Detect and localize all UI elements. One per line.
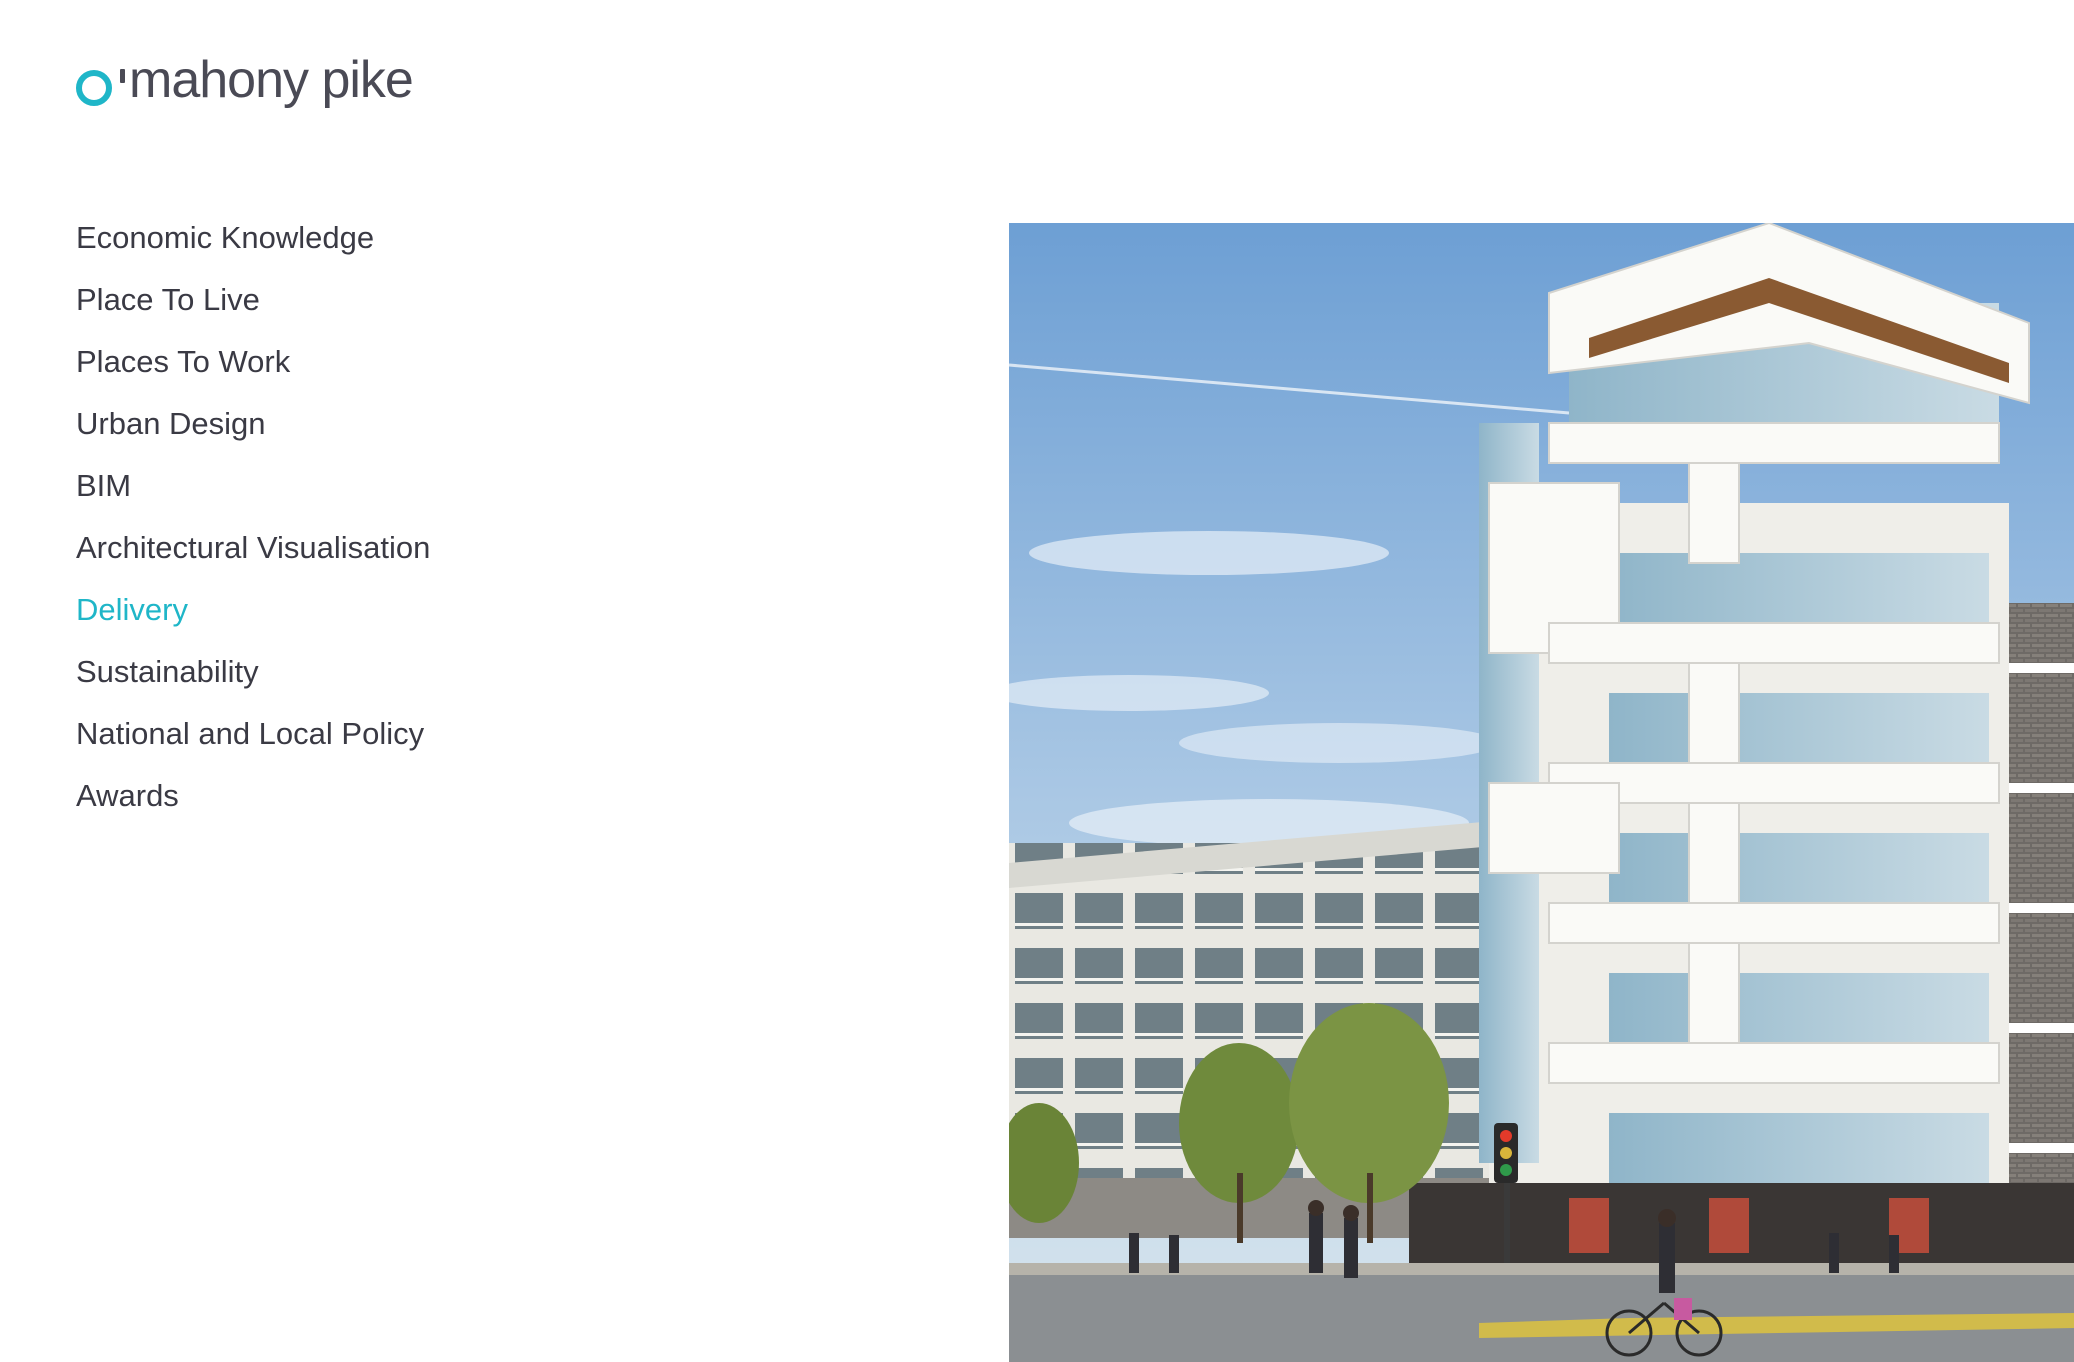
building-render-image xyxy=(1009,223,2074,1362)
logo[interactable]: mahony pike xyxy=(76,48,414,112)
menu-item-place-to-live[interactable]: Place To Live xyxy=(76,274,430,336)
logo-o-icon xyxy=(76,70,112,106)
logo-text: mahony pike xyxy=(129,51,414,109)
menu-item-bim[interactable]: BIM xyxy=(76,460,430,522)
menu-item-delivery[interactable]: Delivery xyxy=(76,584,430,646)
services-menu: Economic Knowledge Place To Live Places … xyxy=(76,212,430,832)
menu-item-sustainability[interactable]: Sustainability xyxy=(76,646,430,708)
menu-item-places-to-work[interactable]: Places To Work xyxy=(76,336,430,398)
logo-apostrophe-icon xyxy=(120,69,125,83)
menu-item-national-and-local-policy[interactable]: National and Local Policy xyxy=(76,708,430,770)
menu-item-economic-knowledge[interactable]: Economic Knowledge xyxy=(76,212,430,274)
menu-item-awards[interactable]: Awards xyxy=(76,770,430,832)
menu-item-urban-design[interactable]: Urban Design xyxy=(76,398,430,460)
hero-image xyxy=(1009,223,2074,1362)
page: mahony pike Economic Knowledge Place To … xyxy=(0,0,2074,1362)
menu-item-architectural-visualisation[interactable]: Architectural Visualisation xyxy=(76,522,430,584)
